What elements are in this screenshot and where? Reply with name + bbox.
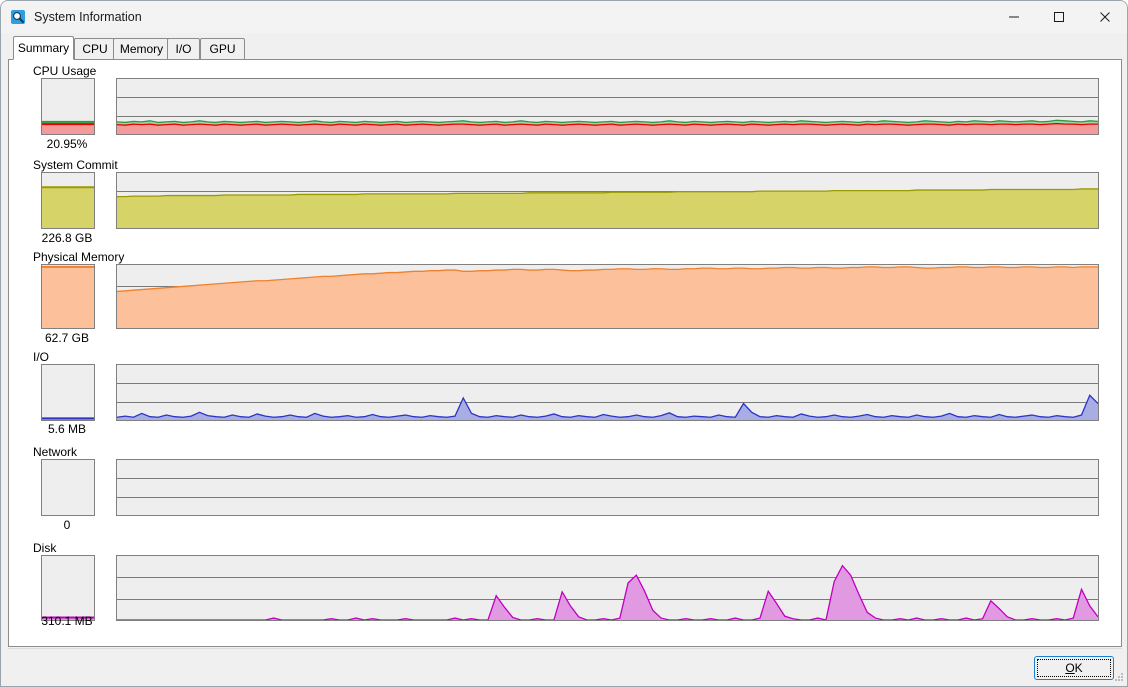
tab-label: Memory [119,42,164,56]
thumbnail-disk[interactable] [41,555,95,621]
tab-gpu[interactable]: GPU [200,38,245,60]
thumbnail-network[interactable] [41,459,95,516]
graph-cpu-usage[interactable] [116,78,1099,135]
row-label-system-commit: System Commit [33,158,118,172]
row-label-i-o: I/O [33,350,50,364]
row-label-cpu-usage: CPU Usage [33,64,97,78]
value-network: 0 [63,518,71,532]
tab-label: I/O [175,42,192,56]
row-label-physical-memory: Physical Memory [33,250,125,264]
tab-label: Summary [17,41,70,55]
value-i-o: 5.6 MB [47,422,86,436]
thumbnail-physical-memory[interactable] [41,264,95,329]
minimize-button[interactable] [991,1,1037,33]
ok-button-label: OK [1037,659,1111,677]
ok-button[interactable]: OK [1034,656,1114,680]
tab-bar: Summary CPU Memory I/O GPU [1,33,1127,60]
graph-disk[interactable] [116,555,1099,621]
minimize-icon [1009,16,1019,18]
tab-memory[interactable]: Memory [113,38,170,60]
graph-system-commit[interactable] [116,172,1099,229]
row-label-disk: Disk [33,541,57,555]
value-system-commit: 226.8 GB [41,231,93,245]
row-label-network: Network [33,445,78,459]
resize-grip[interactable] [1113,671,1125,683]
value-cpu-usage: 20.95% [46,137,88,151]
title-bar: System Information [1,1,1127,33]
close-icon [1100,12,1110,22]
thumbnail-i-o[interactable] [41,364,95,421]
value-physical-memory: 62.7 GB [44,331,90,345]
maximize-button[interactable] [1036,1,1082,33]
close-button[interactable] [1082,1,1127,33]
tab-label: GPU [209,42,236,56]
tab-label: CPU [82,42,108,56]
graph-network[interactable] [116,459,1099,516]
tab-cpu[interactable]: CPU [74,38,116,60]
graph-i-o[interactable] [116,364,1099,421]
window-title: System Information [34,10,142,24]
thumbnail-system-commit[interactable] [41,172,95,229]
value-disk: 310.1 MB [41,614,93,628]
resize-grip-icon [1115,673,1123,681]
system-information-window: System Information Summary CPU Memory I/O GP… [0,0,1128,687]
tab-summary[interactable]: Summary [13,36,74,60]
ok-accel-letter: O [1065,661,1075,675]
maximize-icon [1054,12,1064,22]
footer-divider [8,648,1122,649]
ok-label-rest: K [1074,661,1083,675]
tab-i-o[interactable]: I/O [167,38,200,60]
magnifier-icon [10,9,26,25]
graph-physical-memory[interactable] [116,264,1099,329]
thumbnail-cpu-usage[interactable] [41,78,95,135]
